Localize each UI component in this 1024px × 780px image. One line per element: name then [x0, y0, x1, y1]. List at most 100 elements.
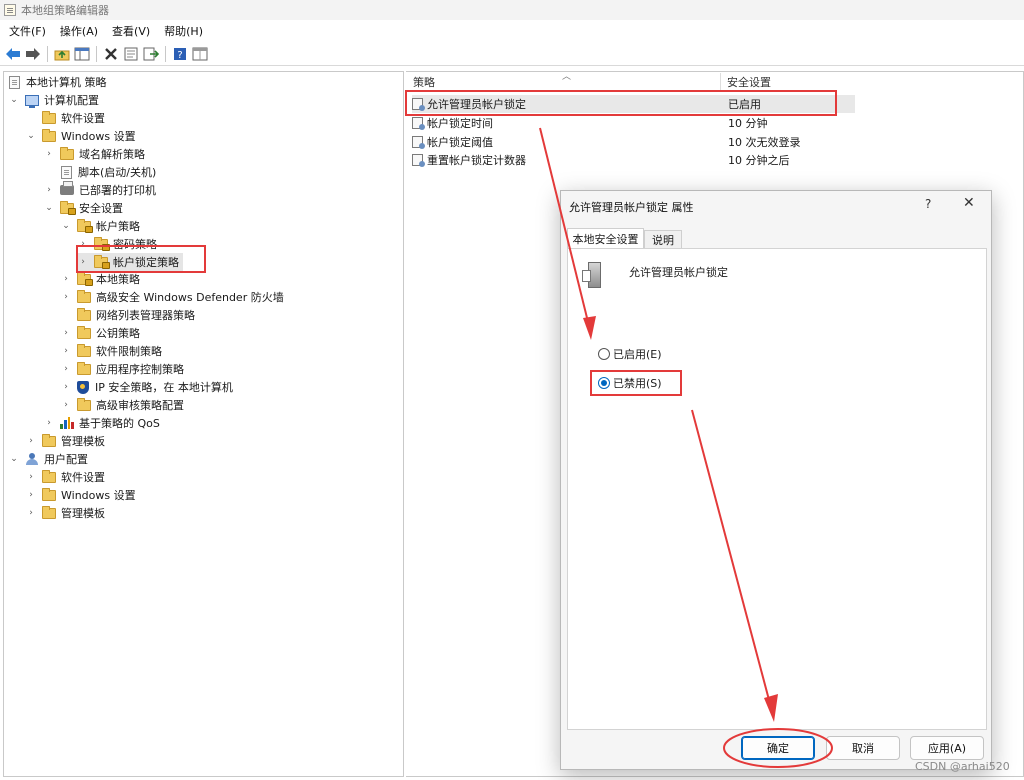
tree-item-user-software-settings[interactable]: › 软件设置 [26, 468, 105, 486]
chevron-down-icon[interactable]: ⌄ [61, 221, 71, 231]
tree-item-label: 脚本(启动/关机) [78, 166, 157, 179]
menu-help[interactable]: 帮助(H) [157, 23, 210, 39]
policy-row-reset-lockout-counter[interactable]: 重置帐户锁定计数器 10 分钟之后 [412, 151, 855, 169]
up-folder-icon[interactable] [53, 45, 71, 63]
toolbar-separator [165, 45, 166, 62]
folder-icon [42, 487, 56, 501]
watermark: CSDN @arhai520 [915, 760, 1010, 773]
script-document-icon [61, 165, 72, 179]
chevron-right-icon[interactable]: › [61, 400, 71, 410]
menu-view[interactable]: 查看(V) [105, 23, 157, 39]
chevron-right-icon[interactable]: › [26, 472, 36, 482]
tree-item-label: 用户配置 [44, 453, 88, 466]
tree-item-policy-qos[interactable]: › 基于策略的 QoS [44, 414, 160, 432]
tree-item-windows-settings[interactable]: ⌄ Windows 设置 [26, 127, 136, 145]
close-icon[interactable]: ✕ [963, 195, 975, 211]
view-icon[interactable] [191, 45, 209, 63]
tab-explain[interactable]: 说明 [644, 230, 682, 249]
tab-local-security-setting[interactable]: 本地安全设置 [567, 228, 644, 249]
security-folder-icon [77, 218, 93, 233]
tree-item-deployed-printers[interactable]: › 已部署的打印机 [44, 181, 156, 199]
ip-security-shield-icon [77, 380, 89, 394]
apply-button[interactable]: 应用(A) [910, 736, 984, 760]
policy-item-icon [412, 154, 425, 167]
tree-item-label: 网络列表管理器策略 [96, 309, 195, 322]
back-arrow-icon[interactable] [4, 45, 22, 63]
tree-item-network-list-manager[interactable]: 网络列表管理器策略 [77, 306, 195, 324]
tree-item-software-settings[interactable]: 软件设置 [42, 109, 105, 127]
tree-item-ip-security[interactable]: › IP 安全策略，在 本地计算机 [61, 378, 233, 396]
chevron-down-icon[interactable]: ⌄ [9, 454, 19, 464]
chevron-right-icon[interactable]: › [61, 364, 71, 374]
tree-item-defender-firewall[interactable]: › 高级安全 Windows Defender 防火墙 [61, 288, 284, 306]
tree-item-security-settings[interactable]: ⌄ 安全设置 [44, 199, 123, 217]
chevron-right-icon[interactable]: › [61, 292, 71, 302]
chevron-down-icon[interactable]: ⌄ [26, 131, 36, 141]
menu-file[interactable]: 文件(F) [2, 23, 53, 39]
tree-item-label: 管理模板 [61, 435, 105, 448]
tree-item-label: Windows 设置 [61, 489, 136, 502]
folder-icon [77, 307, 91, 321]
tree-item-software-restriction[interactable]: › 软件限制策略 [61, 342, 162, 360]
tree-item-computer-config[interactable]: ⌄ 计算机配置 [9, 91, 99, 109]
policy-name: 帐户锁定阈值 [427, 136, 493, 149]
radio-enabled[interactable]: 已启用(E) [598, 346, 662, 362]
printer-icon [60, 181, 74, 195]
tree-item-label: Windows 设置 [61, 130, 136, 143]
highlight-box-tree [76, 245, 206, 273]
folder-icon [42, 433, 56, 447]
chevron-right-icon[interactable]: › [61, 274, 71, 284]
delete-icon[interactable] [102, 45, 120, 63]
help-question-icon[interactable]: ? [925, 197, 931, 211]
tree-item-user-windows-settings[interactable]: › Windows 设置 [26, 486, 136, 504]
tree-item-advanced-audit[interactable]: › 高级审核策略配置 [61, 396, 184, 414]
chevron-right-icon[interactable]: › [61, 382, 71, 392]
user-icon [25, 453, 39, 465]
tree-item-app-control[interactable]: › 应用程序控制策略 [61, 360, 184, 378]
tree-item-user-config[interactable]: ⌄ 用户配置 [9, 450, 88, 468]
tree-item-admin-templates[interactable]: › 管理模板 [26, 432, 105, 450]
tree-item-label: 管理模板 [61, 507, 105, 520]
toolbar-separator [96, 45, 97, 62]
column-divider[interactable] [720, 73, 721, 91]
tree-item-label: 本地计算机 策略 [26, 76, 107, 89]
policy-row-lockout-duration[interactable]: 帐户锁定时间 10 分钟 [412, 114, 855, 132]
chevron-down-icon[interactable]: ⌄ [44, 203, 54, 213]
tree-item-name-resolution[interactable]: › 域名解析策略 [44, 145, 145, 163]
tree-item-account-policies[interactable]: ⌄ 帐户策略 [61, 217, 140, 235]
tree-item-user-admin-templates[interactable]: › 管理模板 [26, 504, 105, 522]
tree-item-scripts[interactable]: 脚本(启动/关机) [61, 163, 156, 181]
forward-arrow-icon[interactable] [24, 45, 42, 63]
chevron-right-icon[interactable]: › [61, 328, 71, 338]
folder-icon [77, 397, 91, 411]
menu-bar: 文件(F) 操作(A) 查看(V) 帮助(H) [0, 20, 1024, 42]
chevron-right-icon[interactable]: › [44, 149, 54, 159]
properties-icon[interactable] [122, 45, 140, 63]
policy-row-lockout-threshold[interactable]: 帐户锁定阈值 10 次无效登录 [412, 133, 855, 151]
export-icon[interactable] [142, 45, 160, 63]
radio-button[interactable] [598, 348, 610, 360]
tree-item-label: 已部署的打印机 [79, 184, 156, 197]
column-header-setting[interactable]: 安全设置 [727, 73, 771, 91]
cancel-button[interactable]: 取消 [826, 736, 900, 760]
ok-button[interactable]: 确定 [741, 736, 815, 760]
help-icon[interactable]: ? [171, 45, 189, 63]
toolbar: ? [0, 42, 1024, 66]
show-tree-icon[interactable] [73, 45, 91, 63]
chevron-down-icon[interactable]: ⌄ [9, 95, 19, 105]
tree-item-label: 软件限制策略 [96, 345, 162, 358]
chevron-right-icon[interactable]: › [26, 508, 36, 518]
chevron-right-icon[interactable]: › [61, 346, 71, 356]
policy-item-icon [412, 136, 425, 149]
tree-item-public-key-policies[interactable]: › 公钥策略 [61, 324, 140, 342]
tab-panel [567, 248, 987, 730]
folder-icon [77, 361, 91, 375]
chevron-right-icon[interactable]: › [44, 185, 54, 195]
column-header-policy[interactable]: 策略 [413, 73, 435, 91]
chevron-right-icon[interactable]: › [44, 418, 54, 428]
chevron-right-icon[interactable]: › [26, 490, 36, 500]
chevron-right-icon[interactable]: › [26, 436, 36, 446]
menu-action[interactable]: 操作(A) [53, 23, 105, 39]
tree-item-local-policy[interactable]: 本地计算机 策略 [9, 73, 107, 91]
svg-text:?: ? [177, 50, 182, 61]
